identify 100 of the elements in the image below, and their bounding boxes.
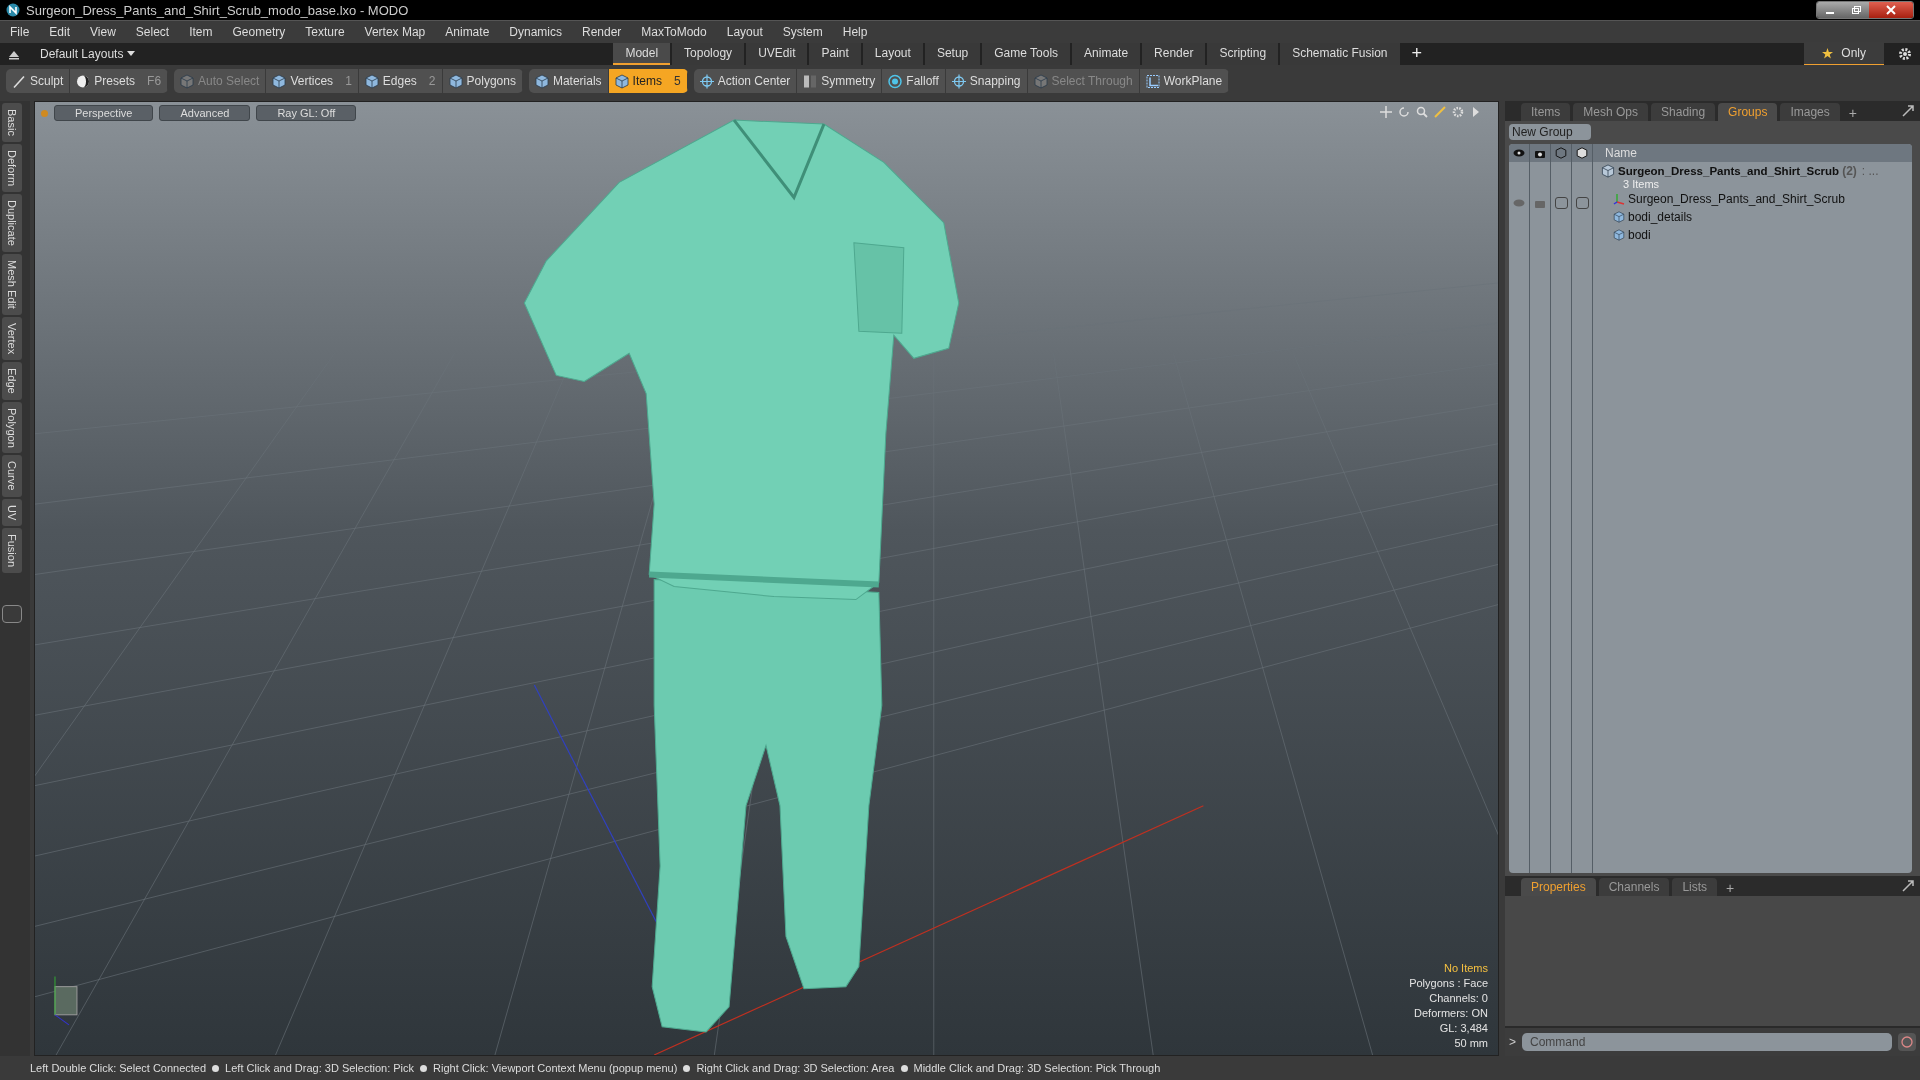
menu-item[interactable]: Texture <box>305 25 345 39</box>
command-field[interactable]: Command <box>1522 1033 1892 1051</box>
panel-tab[interactable]: Channels <box>1598 878 1670 896</box>
layout-tab[interactable]: Setup <box>924 43 981 65</box>
menu-item[interactable]: Item <box>189 25 213 39</box>
menu-item[interactable]: Animate <box>445 25 490 39</box>
menu-item[interactable]: File <box>10 25 30 39</box>
add-tab-button[interactable]: + <box>1842 105 1863 121</box>
search-icon[interactable] <box>1416 106 1428 118</box>
move-icon[interactable] <box>1380 106 1392 118</box>
tool-button[interactable]: Materials <box>528 69 609 93</box>
layouts-dropdown[interactable]: Default Layouts <box>40 47 136 61</box>
tool-button[interactable]: Polygons <box>442 69 523 93</box>
expand-icon[interactable] <box>1902 105 1914 117</box>
tool-button[interactable]: Vertices 1 <box>266 69 359 93</box>
panel-tab[interactable]: Properties <box>1521 878 1596 896</box>
rotate-icon[interactable] <box>1398 106 1410 118</box>
tool-button[interactable]: WorkPlane <box>1139 69 1230 93</box>
select-toggle[interactable] <box>1575 197 1589 209</box>
tool-button[interactable]: Falloff <box>882 69 946 93</box>
viewport-info-text: GL: 3,484 <box>1439 1021 1488 1036</box>
side-tab[interactable]: Vertex <box>2 316 22 360</box>
panel-tab[interactable]: Mesh Ops <box>1573 103 1649 121</box>
menu-item[interactable]: Edit <box>49 25 71 39</box>
only-button[interactable]: Only <box>1804 42 1884 66</box>
viewport-button[interactable]: Perspective <box>54 105 154 121</box>
status-hint: Left Double Click: Select Connected <box>30 1062 207 1074</box>
close-icon <box>1886 5 1896 15</box>
panel-tab[interactable]: Items <box>1521 103 1571 121</box>
side-tab[interactable]: Edge <box>2 361 22 400</box>
mesh-icon <box>1613 229 1625 241</box>
menu-item[interactable]: MaxToModo <box>641 25 707 39</box>
panel-tab[interactable]: Shading <box>1651 103 1716 121</box>
minimize-button[interactable] <box>1817 2 1843 18</box>
menu-item[interactable]: Help <box>842 25 868 39</box>
add-tab-button[interactable]: + <box>1401 43 1432 65</box>
sphere-icon <box>76 73 91 89</box>
tool-button[interactable]: Action Center <box>693 69 798 93</box>
new-group-button[interactable]: New Group <box>1509 124 1591 140</box>
menu-item[interactable]: Vertex Map <box>364 25 426 39</box>
settings-icon[interactable] <box>1898 47 1912 61</box>
side-tab[interactable]: Mesh Edit <box>2 253 22 315</box>
side-tab[interactable]: Polygon <box>2 401 22 454</box>
maximize-button[interactable] <box>1843 2 1869 18</box>
menu-item[interactable]: Render <box>582 25 622 39</box>
side-tab[interactable]: Basic <box>2 103 22 142</box>
tool-button[interactable]: Symmetry <box>797 69 883 93</box>
close-button[interactable] <box>1869 2 1913 18</box>
layout-tab[interactable]: UVEdit <box>746 43 808 65</box>
menu-item[interactable]: System <box>782 25 823 39</box>
scrubs-model-drawing[interactable] <box>523 119 960 1033</box>
layout-tab[interactable]: Layout <box>862 43 923 65</box>
tool-button[interactable]: Presets F6 <box>70 69 169 93</box>
fit-icon[interactable] <box>1434 106 1446 118</box>
panel-toggle[interactable] <box>2 605 22 624</box>
panel-tab[interactable]: Images <box>1780 103 1840 121</box>
layout-tab[interactable]: Animate <box>1072 43 1141 65</box>
side-tab[interactable]: Duplicate <box>2 193 22 252</box>
group-item[interactable]: bodi <box>1628 228 1651 242</box>
tool-button[interactable]: Edges 2 <box>358 69 443 93</box>
layout-tab[interactable]: Topology <box>672 43 745 65</box>
layout-tab[interactable]: Game Tools <box>982 43 1071 65</box>
side-tab[interactable]: UV <box>2 498 22 527</box>
side-tab[interactable]: Fusion <box>2 528 22 574</box>
lock-toggle[interactable] <box>1554 197 1568 209</box>
locator-icon <box>1613 193 1625 205</box>
group-item[interactable]: bodi_details <box>1628 210 1693 224</box>
menu-item[interactable]: Select <box>135 25 170 39</box>
expand-icon[interactable] <box>1902 880 1914 892</box>
status-hint: Left Click and Drag: 3D Selection: Pick <box>225 1062 415 1074</box>
record-button[interactable] <box>1898 1033 1916 1051</box>
cube-icon <box>180 73 195 89</box>
layout-tab[interactable]: Schematic Fusion <box>1280 43 1400 65</box>
cube-icon[interactable] <box>1576 147 1588 159</box>
group-item[interactable]: Surgeon_Dress_Pants_and_Shirt_Scrub <box>1628 192 1845 206</box>
layout-tab[interactable]: Scripting <box>1207 43 1279 65</box>
panel-tab[interactable]: Groups <box>1718 103 1778 121</box>
add-tab-button[interactable]: + <box>1720 880 1741 896</box>
group-name[interactable]: Surgeon_Dress_Pants_and_Shirt_Scrub <box>1618 165 1840 177</box>
viewport-button[interactable]: Ray GL: Off <box>256 105 357 121</box>
tool-button[interactable]: Snapping <box>945 69 1028 93</box>
viewport[interactable]: Perspective Advanced Ray GL: Off No Items Polygons : Face Channels: 0 Deformers: ON GL: 3,484 50 mm <box>34 101 1499 1056</box>
side-tab[interactable]: Deform <box>2 143 22 192</box>
tool-button[interactable]: Items 5 <box>608 69 688 93</box>
group-icon <box>1601 164 1615 178</box>
tool-button[interactable]: Sculpt <box>6 69 71 93</box>
side-tab[interactable]: Curve <box>2 455 22 497</box>
layout-tab[interactable]: Paint <box>809 43 861 65</box>
menu-item[interactable]: Dynamics <box>509 25 562 39</box>
viewport-menu-dot[interactable] <box>41 109 48 117</box>
eye-icon[interactable] <box>1513 147 1525 159</box>
menu-item[interactable]: View <box>90 25 116 39</box>
menu-item[interactable]: Geometry <box>232 25 286 39</box>
layout-tab[interactable]: Model <box>613 43 671 65</box>
layout-tab[interactable]: Render <box>1142 43 1206 65</box>
window-title: Surgeon_Dress_Pants_and_Shirt_Scrub_modo_base.lxo - MODO <box>26 2 409 18</box>
panel-tab[interactable]: Lists <box>1672 878 1718 896</box>
menu-item[interactable]: Layout <box>726 25 763 39</box>
viewport-button[interactable]: Advanced <box>159 105 251 121</box>
cube-icon <box>614 73 629 89</box>
